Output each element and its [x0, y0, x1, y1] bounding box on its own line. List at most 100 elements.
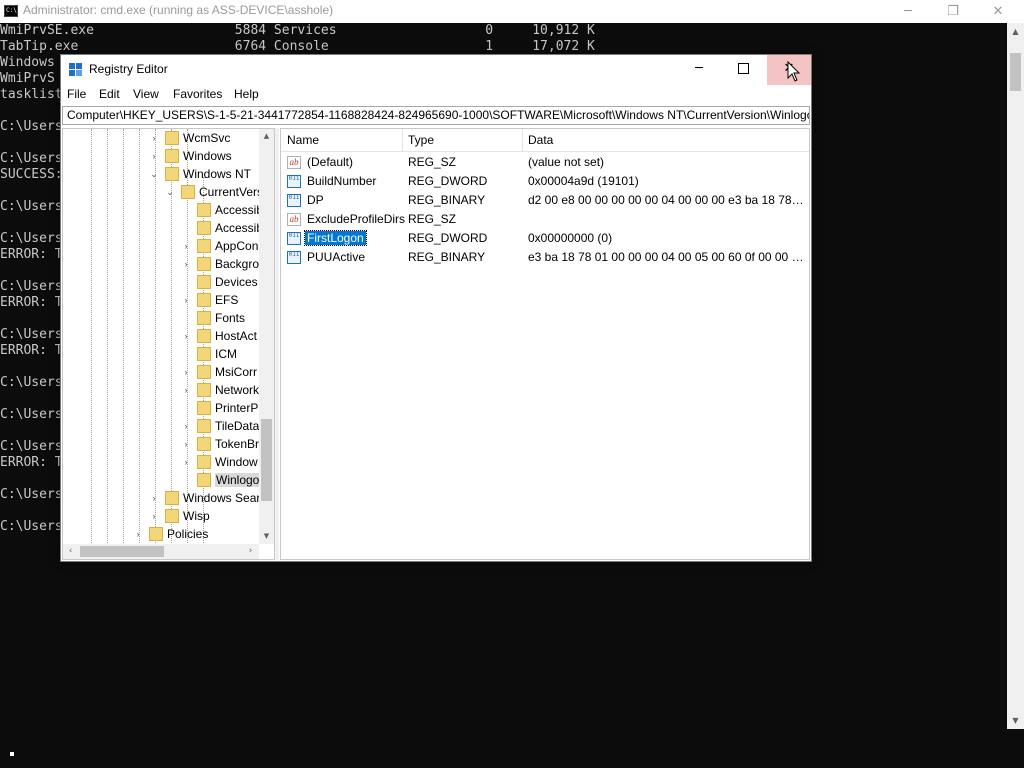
- folder-icon: [181, 185, 195, 199]
- console-line: TabTip.exe 6764 Console 1 17,072 K: [0, 39, 595, 54]
- chevron-right-icon[interactable]: [181, 399, 191, 417]
- folder-icon: [197, 239, 211, 253]
- scroll-right-arrow-icon[interactable]: ›: [243, 544, 258, 559]
- chevron-right-icon[interactable]: ›: [181, 237, 191, 255]
- tree-item-label: Accessib: [215, 221, 264, 235]
- folder-icon: [197, 419, 211, 433]
- chevron-right-icon[interactable]: [181, 345, 191, 363]
- regedit-minimize-button[interactable]: ─: [677, 55, 721, 85]
- tree-item-label: WcmSvc: [183, 131, 231, 145]
- tree-item-label: EFS: [215, 293, 239, 307]
- string-value-icon: ab: [287, 213, 301, 226]
- folder-icon: [165, 131, 179, 145]
- cmd-close-button[interactable]: ✕: [975, 0, 1021, 23]
- regedit-menubar: File Edit View Favorites Help: [61, 85, 811, 105]
- chevron-right-icon[interactable]: [181, 219, 191, 237]
- cmd-scrollbar[interactable]: ▲ ▼: [1007, 23, 1024, 729]
- console-line: C:\Users: [0, 439, 63, 454]
- chevron-right-icon[interactable]: [181, 309, 191, 327]
- chevron-right-icon[interactable]: [181, 273, 191, 291]
- console-line: WmiPrvSE.exe 5884 Services 0 10,912 K: [0, 23, 595, 38]
- column-header-name[interactable]: Name: [287, 133, 319, 147]
- chevron-right-icon[interactable]: ›: [149, 147, 159, 165]
- menu-edit[interactable]: Edit: [99, 87, 120, 101]
- registry-value-row[interactable]: 011 PUUActive REG_BINARY e3 ba 18 78 01 00 …: [281, 248, 809, 267]
- chevron-down-icon[interactable]: ⌄: [149, 165, 159, 183]
- scroll-down-arrow-icon[interactable]: ▼: [1007, 712, 1024, 729]
- registry-value-row[interactable]: ab (Default) REG_SZ (value not set): [281, 153, 809, 172]
- scroll-down-arrow-icon[interactable]: ▼: [259, 529, 274, 544]
- regedit-titlebar[interactable]: Registry Editor ─ ✕: [61, 55, 811, 85]
- chevron-down-icon[interactable]: ⌄: [165, 183, 175, 201]
- registry-value-row[interactable]: 011 DP REG_BINARY d2 00 e8 00 00 00 00 00 0…: [281, 191, 809, 210]
- chevron-right-icon[interactable]: [181, 471, 191, 489]
- menu-help[interactable]: Help: [234, 87, 259, 101]
- column-header-type[interactable]: Type: [408, 133, 434, 147]
- chevron-right-icon[interactable]: ›: [181, 291, 191, 309]
- binary-value-icon: 011: [287, 194, 301, 207]
- regedit-window-title: Registry Editor: [89, 62, 168, 76]
- chevron-right-icon[interactable]: ›: [181, 453, 191, 471]
- chevron-right-icon[interactable]: ›: [181, 417, 191, 435]
- value-name: FirstLogon: [304, 230, 367, 246]
- tree-item-label: Wisp: [183, 509, 210, 523]
- value-data: 0x00000000 (0): [528, 231, 613, 245]
- chevron-right-icon[interactable]: ›: [149, 489, 159, 507]
- cmd-maximize-button[interactable]: ❐: [930, 0, 976, 23]
- chevron-right-icon[interactable]: ›: [181, 327, 191, 345]
- cursor-dot: [10, 752, 14, 756]
- folder-icon: [197, 221, 211, 235]
- console-line: C:\Users: [0, 327, 63, 342]
- menu-view[interactable]: View: [133, 87, 159, 101]
- chevron-right-icon[interactable]: ›: [181, 363, 191, 381]
- binary-value-icon: 011: [287, 232, 301, 245]
- column-header-data[interactable]: Data: [528, 133, 553, 147]
- menu-favorites[interactable]: Favorites: [173, 87, 222, 101]
- chevron-right-icon[interactable]: ›: [133, 525, 143, 543]
- value-type: REG_DWORD: [408, 174, 488, 188]
- tree-guide-line: [91, 129, 92, 547]
- registry-value-row[interactable]: 011 FirstLogon REG_DWORD 0x00000000 (0): [281, 229, 809, 248]
- chevron-right-icon[interactable]: ›: [181, 435, 191, 453]
- chevron-right-icon[interactable]: ›: [149, 129, 159, 147]
- tree-vertical-scrollbar[interactable]: ▲ ▼: [259, 129, 274, 544]
- console-line: C:\Users: [0, 119, 63, 134]
- chevron-right-icon[interactable]: ›: [181, 255, 191, 273]
- tree-scroll-thumb[interactable]: [261, 419, 272, 501]
- scroll-up-arrow-icon[interactable]: ▲: [259, 129, 274, 144]
- registry-tree-pane[interactable]: › WcmSvc › Windows ⌄ Windows NT ⌄ CurrentVers Ac…: [62, 128, 275, 560]
- value-name: ExcludeProfileDirs: [307, 212, 406, 226]
- mouse-pointer-icon: [787, 61, 801, 82]
- value-data: (value not set): [528, 155, 605, 169]
- value-type: REG_BINARY: [408, 250, 486, 264]
- menu-file[interactable]: File: [67, 87, 86, 101]
- folder-icon: [197, 275, 211, 289]
- value-name: (Default): [307, 155, 354, 169]
- scroll-left-arrow-icon[interactable]: ‹: [63, 544, 78, 559]
- cmd-scroll-thumb[interactable]: [1010, 53, 1021, 91]
- registry-value-row[interactable]: 011 BuildNumber REG_DWORD 0x00004a9d (19101…: [281, 172, 809, 191]
- registry-value-row[interactable]: ab ExcludeProfileDirs REG_SZ: [281, 210, 809, 229]
- pane-splitter[interactable]: [275, 128, 279, 560]
- chevron-right-icon[interactable]: ›: [181, 381, 191, 399]
- cmd-titlebar[interactable]: C:\ Administrator: cmd.exe (running as A…: [0, 0, 1024, 23]
- console-line: C:\Users: [0, 279, 63, 294]
- folder-icon: [197, 293, 211, 307]
- scroll-up-arrow-icon[interactable]: ▲: [1007, 23, 1024, 40]
- console-line: ERROR: T: [0, 247, 63, 262]
- tree-horizontal-scrollbar[interactable]: ‹ ›: [63, 544, 259, 559]
- console-line: ERROR: T: [0, 343, 63, 358]
- folder-icon: [197, 437, 211, 451]
- chevron-right-icon[interactable]: ›: [149, 507, 159, 525]
- cmd-minimize-button[interactable]: ─: [885, 0, 931, 23]
- folder-icon: [197, 383, 211, 397]
- chevron-right-icon[interactable]: [181, 201, 191, 219]
- regedit-maximize-button[interactable]: [721, 55, 765, 85]
- registry-values-pane[interactable]: Name Type Data ab (Default) REG_SZ (value n…: [280, 128, 810, 560]
- console-line: C:\Users: [0, 231, 63, 246]
- tree-hscroll-thumb[interactable]: [80, 546, 164, 557]
- address-bar[interactable]: Computer\HKEY_USERS\S-1-5-21-3441772854-…: [62, 106, 810, 125]
- value-data: d2 00 e8 00 00 00 00 00 04 00 00 00 e3 b…: [528, 193, 806, 207]
- folder-icon: [197, 455, 211, 469]
- registry-editor-window[interactable]: Registry Editor ─ ✕ File Edit View Favor…: [60, 54, 812, 562]
